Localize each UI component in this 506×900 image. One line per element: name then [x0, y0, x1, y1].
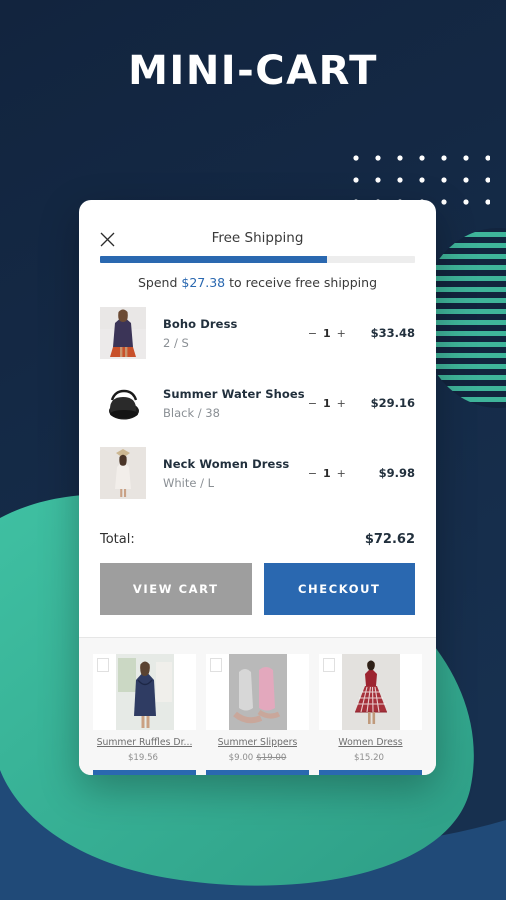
quantity-decrement-button[interactable]: −: [308, 467, 318, 480]
cart-item: Boho Dress 2 / S − 1 + $33.48: [100, 298, 415, 368]
price-original: $19.00: [256, 753, 287, 763]
cart-header: Free Shipping Spend $27.38 to receive fr…: [79, 200, 436, 294]
cart-item-price: $9.98: [378, 466, 415, 480]
cart-items-list: Boho Dress 2 / S − 1 + $33.48 Summer Wat…: [79, 294, 436, 508]
cart-total-row: Total: $72.62: [79, 516, 436, 547]
quantity-value: 1: [323, 326, 332, 340]
close-icon[interactable]: [94, 226, 120, 252]
add-button-label: ADD: [133, 775, 156, 776]
total-value: $72.62: [364, 532, 415, 547]
shipping-message-prefix: Spend: [137, 275, 182, 290]
cart-item-info: Boho Dress 2 / S: [146, 317, 308, 350]
quantity-value: 1: [323, 396, 332, 410]
quantity-decrement-button[interactable]: −: [308, 397, 318, 410]
product-thumbnail[interactable]: [100, 377, 146, 429]
cart-item-variant: Black / 38: [163, 405, 220, 420]
cart-actions: VIEW CART CHECKOUT: [79, 547, 436, 637]
price-original: [384, 753, 387, 763]
shipping-remaining-amount: $27.38: [181, 275, 226, 290]
cart-item-price: $29.16: [370, 396, 415, 410]
cart-item-variant: White / L: [163, 475, 215, 490]
recommended-product-card: Summer Slippers $9.00$19.00 ADD: [206, 654, 309, 775]
quantity-increment-button[interactable]: +: [337, 397, 347, 410]
recommended-product-title[interactable]: Women Dress: [338, 730, 402, 748]
cart-item-name[interactable]: Boho Dress: [163, 317, 308, 331]
quantity-stepper[interactable]: − 1 +: [308, 327, 353, 340]
quantity-increment-button[interactable]: +: [337, 327, 347, 340]
recommended-product-thumbnail[interactable]: [319, 654, 422, 730]
shipping-message-suffix: to receive free shipping: [225, 275, 377, 290]
quantity-value: 1: [323, 466, 332, 480]
cart-item-name[interactable]: Summer Water Shoes: [163, 387, 308, 401]
recommended-product-thumbnail[interactable]: [93, 654, 196, 730]
price-original: [158, 753, 161, 763]
free-shipping-progress-bar: [100, 256, 415, 263]
recommended-product-title[interactable]: Summer Slippers: [218, 730, 298, 748]
price-current: $19.56: [127, 753, 159, 763]
add-to-cart-button[interactable]: ADD: [206, 770, 309, 775]
cart-item-name[interactable]: Neck Women Dress: [163, 457, 308, 471]
recommended-products: Summer Ruffles Dr... $19.56 ADD Su: [79, 637, 436, 775]
cart-item: Neck Women Dress White / L − 1 + $9.98: [100, 438, 415, 508]
mini-cart-panel: Free Shipping Spend $27.38 to receive fr…: [79, 200, 436, 775]
product-thumbnail[interactable]: [100, 307, 146, 359]
product-badge: [210, 658, 222, 672]
price-current: $15.20: [353, 753, 385, 763]
add-button-label: ADD: [246, 775, 269, 776]
add-to-cart-button[interactable]: ADD: [93, 770, 196, 775]
product-badge: [323, 658, 335, 672]
price-current: $9.00: [228, 753, 254, 763]
free-shipping-message: Spend $27.38 to receive free shipping: [100, 263, 415, 294]
add-button-label: ADD: [359, 775, 382, 776]
cart-item-price: $33.48: [370, 326, 415, 340]
recommended-product-thumbnail[interactable]: [206, 654, 309, 730]
add-to-cart-button[interactable]: ADD: [319, 770, 422, 775]
quantity-increment-button[interactable]: +: [337, 467, 347, 480]
product-thumbnail[interactable]: [100, 447, 146, 499]
recommended-product-price: $9.00 $19.00: [229, 748, 287, 763]
free-shipping-progress-fill: [100, 256, 327, 263]
cart-item-info: Neck Women Dress White / L: [146, 457, 308, 490]
quantity-decrement-button[interactable]: −: [308, 327, 318, 340]
cart-item: Summer Water Shoes Black / 38 − 1 + $29.…: [100, 368, 415, 438]
cart-item-variant: 2 / S: [163, 335, 189, 350]
product-badge: [97, 658, 109, 672]
total-label: Total:: [100, 532, 135, 547]
recommended-product-card: Women Dress $15.20 ADD: [319, 654, 422, 775]
recommended-product-title[interactable]: Summer Ruffles Dr...: [97, 730, 193, 748]
recommended-product-price: $15.20: [354, 748, 387, 763]
checkout-button[interactable]: CHECKOUT: [263, 563, 415, 615]
quantity-stepper[interactable]: − 1 +: [308, 397, 353, 410]
page-title: MINI-CART: [128, 48, 378, 94]
quantity-stepper[interactable]: − 1 +: [308, 467, 353, 480]
view-cart-button[interactable]: VIEW CART: [100, 563, 252, 615]
cart-item-info: Summer Water Shoes Black / 38: [146, 387, 308, 420]
recommended-product-card: Summer Ruffles Dr... $19.56 ADD: [93, 654, 196, 775]
free-shipping-label: Free Shipping: [211, 230, 304, 246]
recommended-product-price: $19.56: [128, 748, 161, 763]
